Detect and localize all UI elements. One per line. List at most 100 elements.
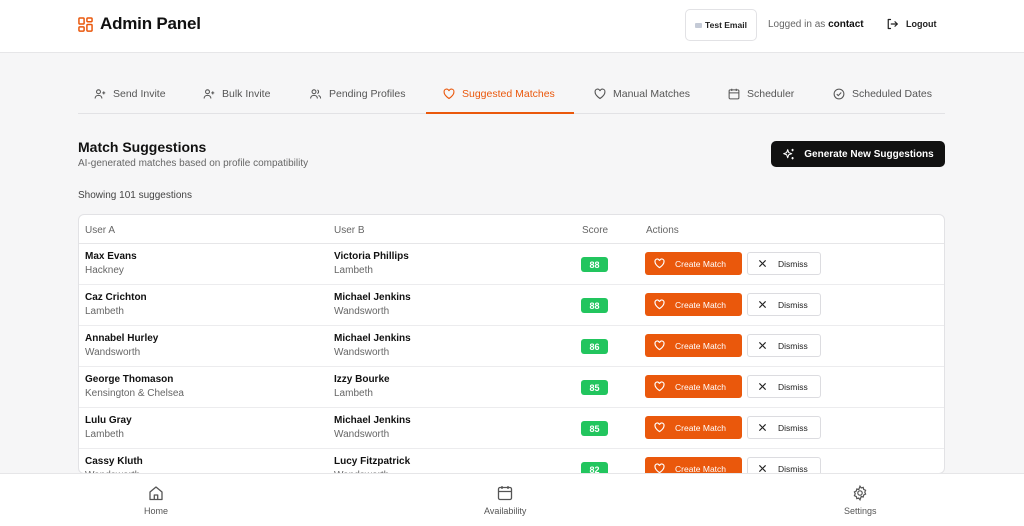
tab-label: Scheduler [747,87,795,100]
user-b-location: Wandsworth [334,429,390,440]
bottom-nav: Home Availability Settings [0,473,1024,526]
score-badge: 88 [581,298,608,313]
user-b-location: Lambeth [334,265,373,276]
test-email-button[interactable]: Test Email [685,9,757,41]
heart-icon [654,381,665,392]
tab-label: Bulk Invite [222,87,271,100]
email-icon [695,22,703,28]
table-row: George Thomason Kensington & Chelsea Izz… [79,367,944,408]
logged-in-user: contact [828,19,864,30]
close-icon [758,300,767,309]
dismiss-label: Dismiss [778,463,808,474]
dashboard-icon [78,16,93,32]
nav-availability-label: Availability [484,506,527,516]
tab-label: Suggested Matches [462,87,555,100]
active-tab-indicator [426,112,574,114]
tab-scheduled-dates[interactable]: Scheduled Dates [833,73,932,114]
tab-suggested-matches[interactable]: Suggested Matches [443,73,555,114]
user-b-location: Wandsworth [334,347,390,358]
create-match-button[interactable]: Create Match [645,334,742,357]
user-a-name: Lulu Gray [85,415,132,426]
user-b-name: Izzy Bourke [334,374,390,385]
generate-suggestions-label: Generate New Suggestions [804,148,934,160]
gear-icon [852,485,868,501]
user-a-location: Lambeth [85,429,124,440]
top-bar: Admin Panel Test Email Logged in as cont… [0,0,1024,53]
user-a-location: Kensington & Chelsea [85,388,184,399]
table-row: Cassy Kluth Wandsworth Lucy Fitzpatrick … [79,449,944,474]
check-circle-icon [833,88,845,100]
nav-availability[interactable]: Availability [484,485,526,516]
dismiss-button[interactable]: Dismiss [747,334,821,357]
tab-label: Pending Profiles [329,87,406,100]
tab-bar: Send Invite Bulk Invite Pending Profiles… [78,73,945,114]
nav-home-label: Home [144,506,169,516]
table-header: User A User B Score Actions [79,215,944,244]
nav-home[interactable]: Home [144,485,168,516]
logged-in-status: Logged in as contact [768,19,864,30]
test-email-label: Test Email [705,20,747,30]
logout-button[interactable]: Logout [886,18,937,30]
user-a-location: Lambeth [85,306,124,317]
heart-icon [654,299,665,310]
user-a-name: George Thomason [85,374,174,385]
dismiss-label: Dismiss [778,340,808,351]
create-match-button[interactable]: Create Match [645,416,742,439]
user-b-name: Michael Jenkins [334,292,411,303]
close-icon [758,464,767,473]
nav-settings[interactable]: Settings [844,485,877,516]
app-title: Admin Panel [100,14,201,33]
tab-manual-matches[interactable]: Manual Matches [594,73,690,114]
dismiss-button[interactable]: Dismiss [747,252,821,275]
heart-icon [654,422,665,433]
nav-settings-label: Settings [844,506,877,516]
dismiss-button[interactable]: Dismiss [747,375,821,398]
generate-suggestions-button[interactable]: Generate New Suggestions [771,141,945,167]
create-match-button[interactable]: Create Match [645,457,742,474]
dismiss-button[interactable]: Dismiss [747,293,821,316]
user-icon [94,88,106,100]
page-title: Match Suggestions [78,139,207,155]
users-icon [309,88,322,100]
dismiss-label: Dismiss [778,258,808,269]
results-count: Showing 101 suggestions [78,190,192,201]
dismiss-label: Dismiss [778,422,808,433]
user-a-location: Wandsworth [85,347,141,358]
tab-pending-profiles[interactable]: Pending Profiles [309,73,405,114]
calendar-icon [728,88,740,100]
create-match-label: Create Match [675,258,727,269]
logout-label: Logout [906,19,937,29]
score-badge: 85 [581,380,608,395]
create-match-button[interactable]: Create Match [645,375,742,398]
home-icon [148,485,164,501]
close-icon [758,382,767,391]
user-b-name: Victoria Phillips [334,251,409,262]
score-badge: 86 [581,339,608,354]
table-row: Annabel Hurley Wandsworth Michael Jenkin… [79,326,944,367]
create-match-button[interactable]: Create Match [645,252,742,275]
heart-icon [654,258,665,269]
close-icon [758,423,767,432]
score-badge: 85 [581,421,608,436]
user-b-location: Lambeth [334,388,373,399]
user-a-name: Annabel Hurley [85,333,159,344]
create-match-label: Create Match [675,463,727,474]
user-a-name: Max Evans [85,251,137,262]
create-match-button[interactable]: Create Match [645,293,742,316]
brand[interactable]: Admin Panel [78,14,201,34]
table-row: Caz Crichton Lambeth Michael Jenkins Wan… [79,285,944,326]
dismiss-button[interactable]: Dismiss [747,457,821,474]
dismiss-label: Dismiss [778,381,808,392]
heart-icon [594,88,606,100]
create-match-label: Create Match [675,422,727,433]
tab-label: Send Invite [113,87,166,100]
heart-icon [654,340,665,351]
user-b-name: Michael Jenkins [334,333,411,344]
dismiss-button[interactable]: Dismiss [747,416,821,439]
close-icon [758,341,767,350]
sparkles-icon [782,148,795,161]
tab-bulk-invite[interactable]: Bulk Invite [203,73,270,114]
tab-scheduler[interactable]: Scheduler [728,73,794,114]
logged-in-prefix: Logged in as [768,19,826,30]
tab-send-invite[interactable]: Send Invite [94,73,166,114]
